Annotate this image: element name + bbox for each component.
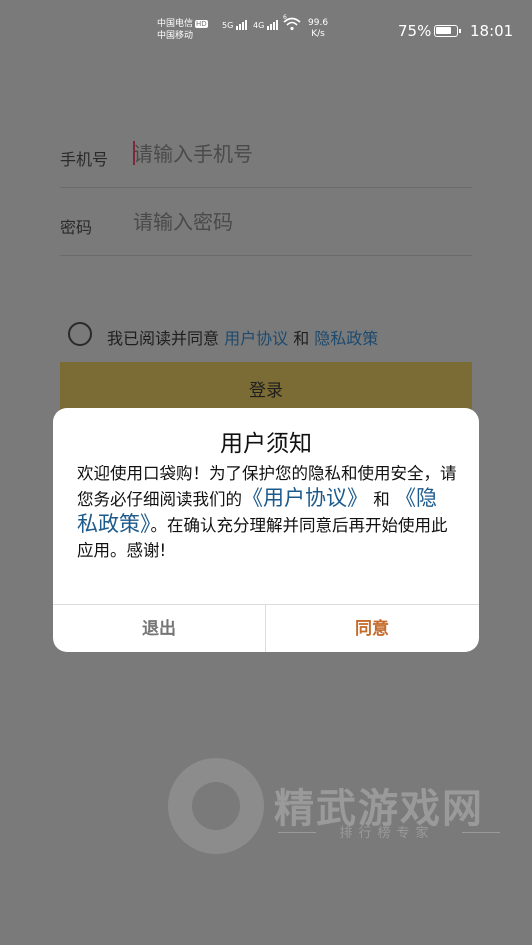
carrier-info: 中国电信 HD 中国移动 [157, 18, 208, 42]
watermark-logo-inner [192, 782, 240, 830]
wifi-icon: 6 [283, 14, 301, 33]
battery-percent: 75% [398, 22, 432, 40]
exit-button[interactable]: 退出 [53, 605, 265, 652]
dialog-user-agreement-link[interactable]: 《用户协议》 [242, 486, 368, 510]
status-bar: 中国电信 HD 中国移动 5G 4G 6 99.6 K/s 75% 18:01 [0, 0, 532, 62]
password-field-row: 密码 [60, 189, 472, 256]
password-label: 密码 [60, 218, 93, 237]
user-notice-dialog: 用户须知 欢迎使用口袋购！为了保护您的隐私和使用安全，请您务必仔细阅读我们的《用… [53, 408, 479, 652]
privacy-policy-link[interactable]: 隐私政策 [314, 329, 378, 348]
watermark-divider-right [462, 832, 500, 833]
carrier-1: 中国电信 [157, 19, 194, 29]
network-speed: 99.6 K/s [308, 18, 329, 39]
user-agreement-link[interactable]: 用户协议 [224, 329, 288, 348]
agree-button[interactable]: 同意 [266, 605, 478, 652]
agree-radio[interactable] [68, 322, 92, 346]
phone-field-row: 手机号 [60, 121, 472, 188]
status-time: 18:01 [470, 22, 514, 40]
dialog-footer: 退出 同意 [53, 604, 479, 652]
phone-input[interactable] [133, 137, 463, 171]
password-input[interactable] [133, 205, 463, 239]
text-caret [133, 141, 135, 165]
hd-badge: HD [195, 19, 208, 28]
signal-5g-icon: 5G [222, 20, 248, 30]
battery-icon [434, 25, 461, 37]
dialog-title: 用户须知 [220, 431, 312, 457]
phone-label: 手机号 [60, 150, 109, 169]
dialog-body: 欢迎使用口袋购！为了保护您的隐私和使用安全，请您务必仔细阅读我们的《用户协议》 … [77, 464, 457, 560]
carrier-2: 中国移动 [157, 31, 194, 41]
signal-4g-icon: 4G [253, 20, 279, 30]
agreement-text: 我已阅读并同意 用户协议 和 隐私政策 [107, 329, 379, 348]
